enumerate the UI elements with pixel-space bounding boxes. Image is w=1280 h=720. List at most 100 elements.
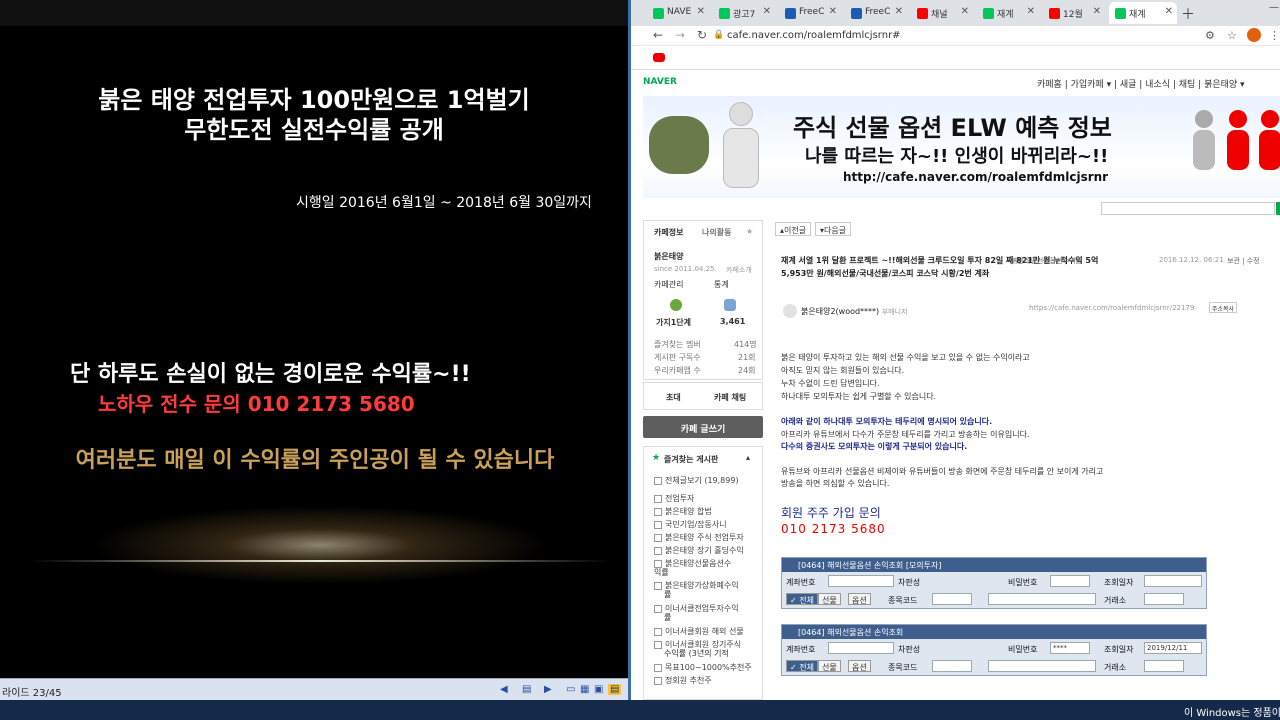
close-icon[interactable]: ✕ bbox=[961, 6, 969, 17]
star-icon[interactable]: ★ bbox=[746, 227, 753, 236]
bookmark-star-icon[interactable]: ☆ bbox=[1227, 29, 1237, 42]
next-post-button[interactable]: ▾다음글 bbox=[815, 222, 852, 236]
tab-label: 12월 bbox=[1063, 10, 1083, 20]
browser-tab-3[interactable]: FreeC ✕ bbox=[779, 2, 841, 24]
url-field[interactable]: cafe.naver.com/roalemfdmlcjsrnr# bbox=[727, 30, 901, 41]
board-item[interactable]: 전업투자 bbox=[654, 493, 694, 504]
close-icon[interactable]: ✕ bbox=[829, 6, 837, 17]
naver-cafe-icon bbox=[983, 8, 994, 19]
board-all-posts[interactable]: 전체글보기 (19,899) bbox=[654, 475, 739, 486]
board-item-cont[interactable]: 수익률 (3년의 기적 bbox=[664, 648, 729, 659]
browser-tab-2[interactable]: 광고7 ✕ bbox=[713, 2, 775, 24]
slide-glow-line bbox=[30, 560, 610, 562]
cafe-top-menu[interactable]: 카페홈 | 가입카페 ▾ | 새글 | 내소식 | 채팅 | 붉은태양 ▾ bbox=[1037, 77, 1245, 90]
account-select[interactable] bbox=[828, 642, 894, 654]
cafe-search-input[interactable] bbox=[1101, 202, 1275, 215]
date-input[interactable]: 2019/12/11 bbox=[1144, 642, 1202, 654]
post-permalink[interactable]: https://cafe.naver.com/roalemfdmlcjsrnr/… bbox=[1029, 304, 1194, 312]
reading-view-icon[interactable]: ▣ bbox=[594, 684, 603, 695]
filter-all-radio[interactable]: ✓ 전체 bbox=[786, 593, 818, 605]
cafe-manage-link[interactable]: 카페관리 bbox=[654, 279, 683, 290]
board-item[interactable]: 붉은태양 주식 전업투자 bbox=[654, 532, 744, 543]
forward-icon[interactable]: → bbox=[675, 28, 685, 42]
tab-my-activity[interactable]: 나의활동 bbox=[702, 227, 731, 238]
code-input[interactable] bbox=[932, 660, 972, 672]
board-item-cont[interactable]: 률 bbox=[664, 612, 671, 623]
cafe-banner: 주식 선물 옵션 ELW 예측 정보 나를 따르는 자~!! 인생이 바뀌리라~… bbox=[643, 96, 1280, 198]
cafe-search-button[interactable] bbox=[1276, 202, 1280, 215]
panel-header: [0464] 해외선물옵션 손익조회 [모의투자] bbox=[782, 558, 1206, 572]
board-item-cont[interactable]: 익률 bbox=[654, 567, 669, 578]
cafe-name[interactable]: 붉은태양 bbox=[654, 251, 683, 262]
naver-logo[interactable]: NAVER bbox=[643, 77, 677, 87]
browser-tab-5[interactable]: 채널 ✕ bbox=[911, 2, 973, 24]
filter-futures-button[interactable]: 선물 bbox=[818, 593, 841, 605]
youtube-bookmark-icon[interactable] bbox=[653, 53, 665, 62]
board-item[interactable]: 이너서클회원 해외 선물 bbox=[654, 626, 744, 637]
board-item[interactable]: 목표100~1000%추천주 bbox=[654, 662, 752, 673]
code-input[interactable] bbox=[932, 593, 972, 605]
account-select[interactable] bbox=[828, 575, 894, 587]
author-avatar[interactable] bbox=[783, 304, 797, 318]
exchange-input[interactable] bbox=[1144, 593, 1184, 605]
browser-tab-1[interactable]: NAVE ✕ bbox=[647, 2, 709, 24]
filter-futures-button[interactable]: 선물 bbox=[818, 660, 841, 672]
cafe-chat-button[interactable]: 카페 채팅 bbox=[714, 392, 746, 403]
cafe-stats-link[interactable]: 통계 bbox=[714, 279, 729, 290]
author-name[interactable]: 붉은태양2(wood****) bbox=[801, 307, 879, 316]
normal-view-icon[interactable]: ▭ bbox=[566, 684, 575, 695]
post-author[interactable]: 붉은태양2(wood****) 부매니저 bbox=[801, 306, 908, 317]
post-board-name[interactable]: 붉은태양선물옵션수익률 bbox=[1011, 256, 1082, 266]
board-item[interactable]: 붉은태양 합법 bbox=[654, 506, 712, 517]
filter-options-button[interactable]: 옵션 bbox=[848, 593, 871, 605]
cafe-intro-link[interactable]: 카페소개 bbox=[726, 265, 752, 275]
copy-url-button[interactable]: 주소복사 bbox=[1209, 302, 1238, 313]
back-icon[interactable]: ← bbox=[653, 28, 663, 42]
reload-icon[interactable]: ↻ bbox=[697, 28, 707, 42]
filter-all-radio[interactable]: ✓ 전체 bbox=[786, 660, 818, 672]
tab-cafe-info[interactable]: 카페정보 bbox=[654, 227, 683, 238]
close-icon[interactable]: ✕ bbox=[1027, 6, 1035, 17]
chevron-up-icon[interactable]: ▴ bbox=[746, 453, 750, 462]
post-date: 2016.12.12. 06:21 bbox=[1159, 256, 1224, 264]
close-icon[interactable]: ✕ bbox=[895, 6, 903, 17]
window-minimize-icon[interactable]: — bbox=[1269, 2, 1279, 13]
close-icon[interactable]: ✕ bbox=[1165, 6, 1173, 17]
prev-post-button[interactable]: ▴이전글 bbox=[775, 222, 812, 236]
exchange-input[interactable] bbox=[1144, 660, 1184, 672]
join-inquiry-phone: 010 2173 5680 bbox=[781, 522, 886, 536]
browser-tab-active[interactable]: 재계 ✕ bbox=[1109, 2, 1177, 24]
new-tab-icon[interactable]: ＋ bbox=[1181, 4, 1195, 24]
prev-slide-icon[interactable]: ◀ bbox=[500, 684, 508, 695]
menu-dots-icon[interactable]: ⋮ bbox=[1269, 29, 1280, 42]
date-input[interactable] bbox=[1144, 575, 1202, 587]
naver-cafe-icon bbox=[1115, 8, 1126, 19]
password-input[interactable]: **** bbox=[1050, 642, 1090, 654]
order-panel-real: [0464] 해외선물옵션 손익조회 계좌번호 차판성 비밀번호 **** 조회… bbox=[781, 624, 1207, 676]
cafe-top-nav: NAVER 카페홈 | 가입카페 ▾ | 새글 | 내소식 | 채팅 | 붉은태… bbox=[631, 70, 1280, 96]
close-icon[interactable]: ✕ bbox=[1093, 6, 1101, 17]
filter-all-label: 전체 bbox=[799, 596, 814, 605]
board-item[interactable]: 국민기업/잡동사니 bbox=[654, 519, 727, 530]
browser-tab-4[interactable]: FreeC ✕ bbox=[845, 2, 907, 24]
extension-icon[interactable]: ⚙ bbox=[1205, 29, 1215, 42]
invite-button[interactable]: 초대 bbox=[666, 392, 681, 403]
post-date-actions[interactable]: 보관 | 수정 bbox=[1227, 256, 1260, 266]
post-paragraph: 붉은 태양이 투자하고 있는 해외 선물 수익을 보고 있을 수 없는 수익이라… bbox=[781, 353, 1030, 362]
board-item-cont[interactable]: 률 bbox=[664, 589, 671, 600]
board-item[interactable]: 붉은태양 장기 홀딩수익 bbox=[654, 545, 744, 556]
cafe-write-button[interactable]: 카페 글쓰기 bbox=[643, 416, 763, 438]
sorter-view-icon[interactable]: ▦ bbox=[580, 684, 589, 695]
close-icon[interactable]: ✕ bbox=[697, 6, 705, 17]
browser-tab-7[interactable]: 12월 ✕ bbox=[1043, 2, 1105, 24]
menu-icon[interactable]: ▤ bbox=[522, 684, 531, 695]
next-slide-icon[interactable]: ▶ bbox=[544, 684, 552, 695]
cafe-member-count[interactable]: 3,461 bbox=[720, 317, 745, 326]
close-icon[interactable]: ✕ bbox=[763, 6, 771, 17]
filter-options-button[interactable]: 옵션 bbox=[848, 660, 871, 672]
password-input[interactable] bbox=[1050, 575, 1090, 587]
profile-avatar[interactable] bbox=[1247, 28, 1261, 42]
slideshow-view-icon[interactable]: ▤ bbox=[608, 684, 622, 695]
browser-tab-6[interactable]: 재계 ✕ bbox=[977, 2, 1039, 24]
board-item[interactable]: 정회원 추천주 bbox=[654, 675, 712, 686]
